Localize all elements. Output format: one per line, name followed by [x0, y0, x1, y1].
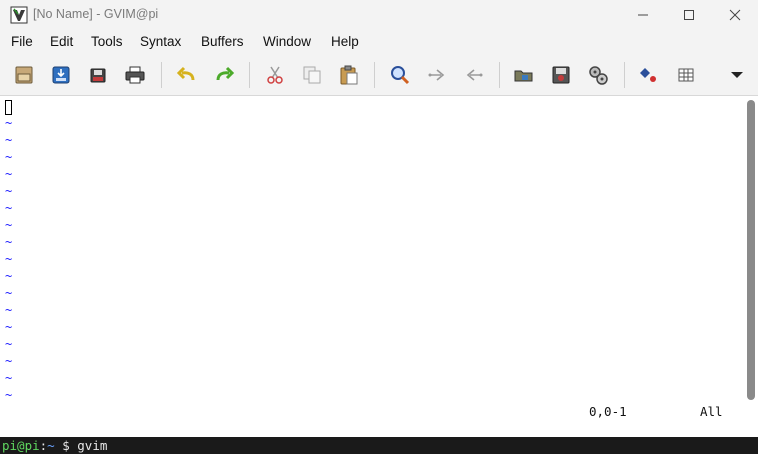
- menu-file[interactable]: File: [11, 34, 33, 49]
- save-all-icon: [90, 68, 106, 83]
- toolbar-separator: [161, 62, 162, 88]
- undo-icon: [176, 66, 195, 81]
- empty-line-tilde: ~: [5, 133, 13, 147]
- paste-icon: [340, 65, 358, 85]
- paste-button[interactable]: [337, 63, 361, 87]
- empty-line-tilde: ~: [5, 269, 13, 283]
- window-title: [No Name] - GVIM@pi: [33, 7, 159, 21]
- menu-syntax[interactable]: Syntax: [140, 34, 181, 49]
- load-session-button[interactable]: [512, 63, 536, 87]
- menu-buffers[interactable]: Buffers: [201, 34, 244, 49]
- tags-table-icon: [678, 68, 694, 82]
- tags-table-button[interactable]: [674, 63, 698, 87]
- prompt-cwd: ~: [47, 438, 55, 453]
- undo-button[interactable]: [175, 63, 199, 87]
- empty-line-tilde: ~: [5, 354, 13, 368]
- save-session-icon: [552, 66, 570, 84]
- empty-line-tilde: ~: [5, 252, 13, 266]
- make-icon: [640, 68, 656, 82]
- empty-line-tilde: ~: [5, 337, 13, 351]
- empty-line-tilde: ~: [5, 201, 13, 215]
- find-replace-button[interactable]: [388, 63, 412, 87]
- terminal-command: gvim: [77, 438, 108, 453]
- menu-bar: File Edit Tools Syntax Buffers Window He…: [0, 30, 758, 54]
- empty-line-tilde: ~: [5, 303, 13, 317]
- close-button[interactable]: [712, 0, 758, 30]
- maximize-icon: [684, 10, 694, 20]
- open-file-icon: [15, 66, 33, 84]
- toolbar-separator: [624, 62, 625, 88]
- empty-line-tilde: ~: [5, 235, 13, 249]
- menu-help[interactable]: Help: [331, 34, 359, 49]
- redo-button[interactable]: [212, 63, 236, 87]
- cursor-position: 0,0-1: [589, 404, 627, 419]
- editor-area[interactable]: ~ ~ ~ ~ ~ ~ ~ ~ ~ ~ ~ ~ ~ ~ ~ ~ ~ 0,0-1 All: [0, 96, 758, 437]
- minimize-button[interactable]: [620, 0, 666, 30]
- toolbar-separator: [374, 62, 375, 88]
- save-all-button[interactable]: [86, 63, 110, 87]
- find-previous-button[interactable]: [462, 63, 486, 87]
- find-next-button[interactable]: [425, 63, 449, 87]
- make-button[interactable]: [637, 63, 661, 87]
- menu-edit[interactable]: Edit: [50, 34, 73, 49]
- empty-line-tilde: ~: [5, 167, 13, 181]
- redo-icon: [216, 66, 235, 81]
- empty-line-tilde: ~: [5, 320, 13, 334]
- close-icon: [729, 9, 741, 21]
- save-session-button[interactable]: [549, 63, 573, 87]
- title-bar[interactable]: [No Name] - GVIM@pi: [0, 0, 758, 30]
- menu-tools[interactable]: Tools: [91, 34, 123, 49]
- toolbar-overflow-button[interactable]: [725, 63, 749, 87]
- save-icon: [52, 66, 70, 84]
- toolbar: [0, 54, 758, 96]
- empty-line-tilde: ~: [5, 116, 13, 130]
- empty-line-tilde: ~: [5, 218, 13, 232]
- copy-button[interactable]: [300, 63, 324, 87]
- gvim-logo-icon: [10, 6, 28, 24]
- minimize-icon: [638, 14, 648, 16]
- save-button[interactable]: [49, 63, 73, 87]
- load-session-icon: [514, 70, 533, 82]
- cut-icon: [267, 66, 283, 84]
- scroll-position: All: [700, 404, 723, 419]
- open-file-button[interactable]: [12, 63, 36, 87]
- empty-line-tilde: ~: [5, 388, 13, 402]
- vertical-scrollbar[interactable]: [747, 100, 755, 400]
- find-replace-icon: [391, 66, 410, 85]
- find-previous-icon: [466, 69, 483, 81]
- prompt-user-host: pi@pi: [2, 438, 40, 453]
- empty-line-tilde: ~: [5, 184, 13, 198]
- run-script-button[interactable]: [586, 63, 610, 87]
- copy-icon: [303, 66, 321, 84]
- empty-line-tilde: ~: [5, 286, 13, 300]
- menu-window[interactable]: Window: [263, 34, 311, 49]
- toolbar-separator: [249, 62, 250, 88]
- empty-line-tilde: ~: [5, 371, 13, 385]
- prompt-symbol: $: [54, 438, 78, 453]
- text-cursor: [5, 100, 12, 115]
- find-next-icon: [428, 69, 445, 81]
- empty-line-tilde: ~: [5, 150, 13, 164]
- gvim-window: [No Name] - GVIM@pi File Edit Tools Synt…: [0, 0, 758, 437]
- overflow-dropdown-icon: [731, 72, 743, 78]
- cut-button[interactable]: [263, 63, 287, 87]
- run-script-icon: [589, 66, 608, 85]
- print-icon: [125, 66, 145, 84]
- terminal-line[interactable]: pi@pi:~ $ gvim: [0, 437, 758, 454]
- toolbar-separator: [499, 62, 500, 88]
- maximize-button[interactable]: [666, 0, 712, 30]
- print-button[interactable]: [123, 63, 147, 87]
